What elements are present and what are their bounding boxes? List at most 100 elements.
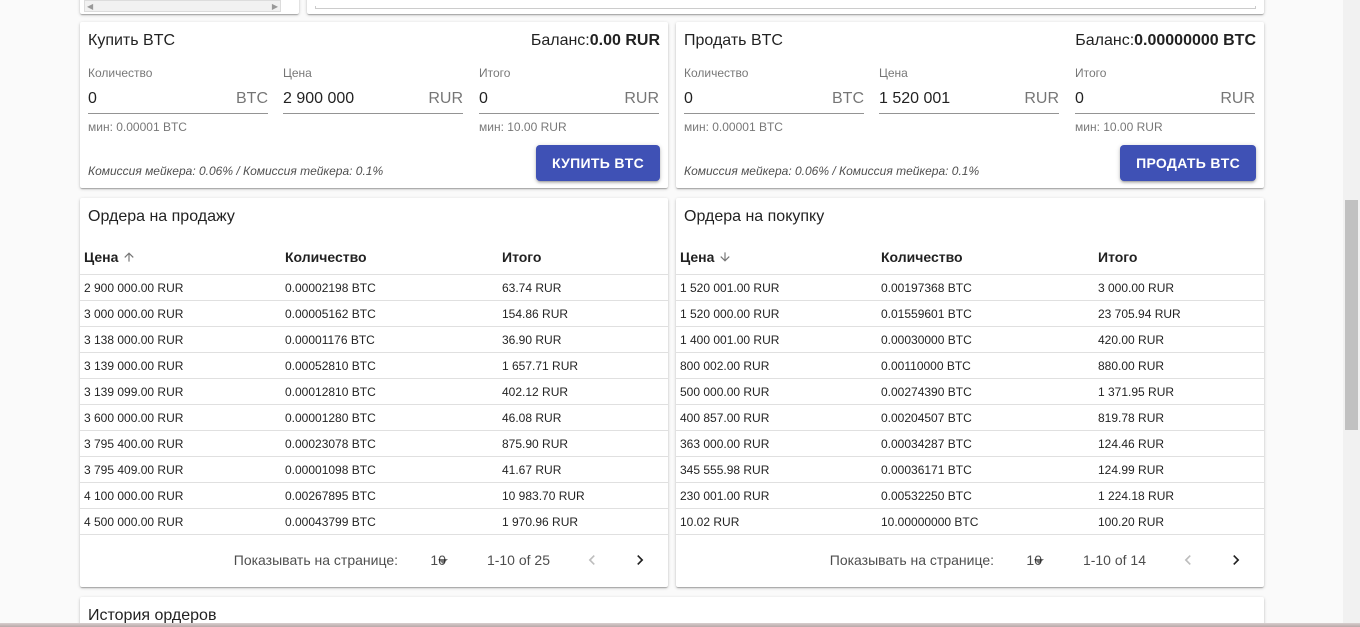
buy-quantity-field[interactable]: Количество 0 BTC мин: 0.00001 BTC	[88, 66, 268, 134]
buy-balance: Баланс:0.00 RUR	[531, 32, 660, 50]
next-page-button[interactable]	[630, 550, 650, 573]
cell-total: 63.74 RUR	[502, 281, 562, 295]
arrow-down-icon[interactable]	[718, 250, 732, 264]
cell-total: 46.08 RUR	[502, 411, 562, 425]
sell-total-input[interactable]: 0 RUR	[1075, 88, 1255, 114]
sell-price-input[interactable]: 1 520 001 RUR	[879, 88, 1059, 114]
field-hint: мин: 0.00001 BTC	[88, 120, 187, 134]
cell-price: 1 520 000.00 RUR	[680, 307, 780, 321]
table-header: Цена Количество Итого	[676, 240, 1264, 275]
table-row[interactable]: 3 139 099.00 RUR 0.00012810 BTC 402.12 RUR	[80, 379, 668, 405]
sell-price-field[interactable]: Цена 1 520 001 RUR	[879, 66, 1059, 114]
rows-per-page-label: Показывать на странице:	[829, 552, 994, 568]
cell-price: 4 500 000.00 RUR	[84, 515, 184, 529]
buy-button[interactable]: КУПИТЬ BTC	[535, 145, 660, 181]
sell-orders-card: Ордера на продажу Цена Количество Итого …	[80, 198, 668, 587]
buy-price-field[interactable]: Цена 2 900 000 RUR	[283, 66, 463, 114]
table-row[interactable]: 10.02 RUR 10.00000000 BTC 100.20 RUR	[676, 509, 1264, 535]
sell-button[interactable]: ПРОДАТЬ BTC	[1120, 145, 1256, 181]
column-header-price[interactable]: Цена	[680, 249, 732, 265]
cell-total: 154.86 RUR	[502, 307, 569, 321]
cell-price: 3 138 000.00 RUR	[84, 333, 184, 347]
chevron-left-icon[interactable]	[1178, 550, 1198, 570]
horizontal-scrollbar[interactable]: ◀ ▶	[84, 0, 281, 12]
cell-total: 1 224.18 RUR	[1098, 489, 1175, 503]
balance-value: 0.00000000 BTC	[1134, 32, 1256, 49]
input-value[interactable]: 1 520 001	[879, 90, 950, 108]
column-header-quantity[interactable]: Количество	[285, 249, 367, 265]
table-row[interactable]: 363 000.00 RUR 0.00034287 BTC 124.46 RUR	[676, 431, 1264, 457]
cell-total: 100.20 RUR	[1098, 515, 1165, 529]
caret-down-icon[interactable]	[438, 559, 448, 564]
scroll-left-icon[interactable]: ◀	[87, 2, 93, 12]
table-body: 1 520 001.00 RUR 0.00197368 BTC 3 000.00 R…	[676, 275, 1264, 535]
input-value[interactable]: 2 900 000	[283, 90, 354, 108]
table-row[interactable]: 1 520 000.00 RUR 0.01559601 BTC 23 705.94 …	[676, 301, 1264, 327]
table-row[interactable]: 1 400 001.00 RUR 0.00030000 BTC 420.00 RUR	[676, 327, 1264, 353]
cell-price: 400 857.00 RUR	[680, 411, 770, 425]
table-row[interactable]: 3 000 000.00 RUR 0.00005162 BTC 154.86 RUR	[80, 301, 668, 327]
table-row[interactable]: 3 795 400.00 RUR 0.00023078 BTC 875.90 RUR	[80, 431, 668, 457]
cell-price: 3 795 409.00 RUR	[84, 463, 184, 477]
input-unit: RUR	[1024, 90, 1059, 107]
cell-quantity: 0.00052810 BTC	[285, 359, 376, 373]
cell-quantity: 0.00110000 BTC	[881, 359, 971, 373]
table-row[interactable]: 3 138 000.00 RUR 0.00001176 BTC 36.90 RUR	[80, 327, 668, 353]
sell-quantity-field[interactable]: Количество 0 BTC мин: 0.00001 BTC	[684, 66, 864, 134]
column-header-price[interactable]: Цена	[84, 249, 136, 265]
table-row[interactable]: 1 520 001.00 RUR 0.00197368 BTC 3 000.00 R…	[676, 275, 1264, 301]
table-row[interactable]: 345 555.98 RUR 0.00036171 BTC 124.99 RUR	[676, 457, 1264, 483]
input-value[interactable]: 0	[684, 90, 693, 108]
buy-quantity-input[interactable]: 0 BTC	[88, 88, 268, 114]
table-row[interactable]: 230 001.00 RUR 0.00532250 BTC 1 224.18 RUR	[676, 483, 1264, 509]
column-header-total[interactable]: Итого	[502, 249, 541, 265]
buy-price-input[interactable]: 2 900 000 RUR	[283, 88, 463, 114]
buy-total-field[interactable]: Итого 0 RUR мин: 10.00 RUR	[479, 66, 659, 134]
input-unit: RUR	[428, 90, 463, 107]
cell-quantity: 0.00204507 BTC	[881, 411, 972, 425]
cell-price: 2 900 000.00 RUR	[84, 281, 184, 295]
table-row[interactable]: 3 139 000.00 RUR 0.00052810 BTC 1 657.71 R…	[80, 353, 668, 379]
vertical-scrollbar[interactable]	[1343, 0, 1360, 627]
table-row[interactable]: 4 500 000.00 RUR 0.00043799 BTC 1 970.96 R…	[80, 509, 668, 535]
cell-quantity: 0.00030000 BTC	[881, 333, 972, 347]
table-row[interactable]: 500 000.00 RUR 0.00274390 BTC 1 371.95 RUR	[676, 379, 1264, 405]
sell-total-field[interactable]: Итого 0 RUR мин: 10.00 RUR	[1075, 66, 1255, 134]
pagination: Показывать на странице: 10 1-10 of 14	[676, 550, 1264, 570]
input-value[interactable]: 0	[479, 90, 488, 108]
next-page-button[interactable]	[1226, 550, 1246, 573]
sell-quantity-input[interactable]: 0 BTC	[684, 88, 864, 114]
table-row[interactable]: 4 100 000.00 RUR 0.00267895 BTC 10 983.70 …	[80, 483, 668, 509]
previous-page-button[interactable]	[1178, 550, 1198, 573]
table-row[interactable]: 3 795 409.00 RUR 0.00001098 BTC 41.67 RUR	[80, 457, 668, 483]
scroll-right-icon[interactable]: ▶	[272, 2, 278, 12]
cell-quantity: 10.00000000 BTC	[881, 515, 979, 529]
column-header-total[interactable]: Итого	[1098, 249, 1137, 265]
cell-total: 23 705.94 RUR	[1098, 307, 1181, 321]
table-row[interactable]: 400 857.00 RUR 0.00204507 BTC 819.78 RUR	[676, 405, 1264, 431]
column-header-quantity[interactable]: Количество	[881, 249, 963, 265]
cell-total: 36.90 RUR	[502, 333, 562, 347]
caret-down-icon[interactable]	[1034, 559, 1044, 564]
scroll-thumb[interactable]	[1345, 200, 1358, 430]
chevron-right-icon[interactable]	[1226, 550, 1246, 570]
buy-total-input[interactable]: 0 RUR	[479, 88, 659, 114]
input-value[interactable]: 0	[1075, 90, 1084, 108]
table-row[interactable]: 3 600 000.00 RUR 0.00001280 BTC 46.08 RUR	[80, 405, 668, 431]
field-label: Цена	[879, 66, 908, 80]
field-hint: мин: 10.00 RUR	[479, 120, 567, 134]
chevron-left-icon[interactable]	[582, 550, 602, 570]
cell-quantity: 0.00043799 BTC	[285, 515, 376, 529]
cell-total: 41.67 RUR	[502, 463, 562, 477]
cell-price: 345 555.98 RUR	[680, 463, 770, 477]
table-row[interactable]: 2 900 000.00 RUR 0.00002198 BTC 63.74 RUR	[80, 275, 668, 301]
sell-form-title: Продать BTC	[684, 32, 783, 49]
chevron-right-icon[interactable]	[630, 550, 650, 570]
previous-page-button[interactable]	[582, 550, 602, 573]
cell-total: 3 000.00 RUR	[1098, 281, 1175, 295]
table-row[interactable]: 800 002.00 RUR 0.00110000 BTC 880.00 RUR	[676, 353, 1264, 379]
arrow-up-icon[interactable]	[122, 250, 136, 264]
buy-orders-title: Ордера на покупку	[684, 208, 825, 225]
input-value[interactable]: 0	[88, 90, 97, 108]
cell-quantity: 0.00274390 BTC	[881, 385, 972, 399]
